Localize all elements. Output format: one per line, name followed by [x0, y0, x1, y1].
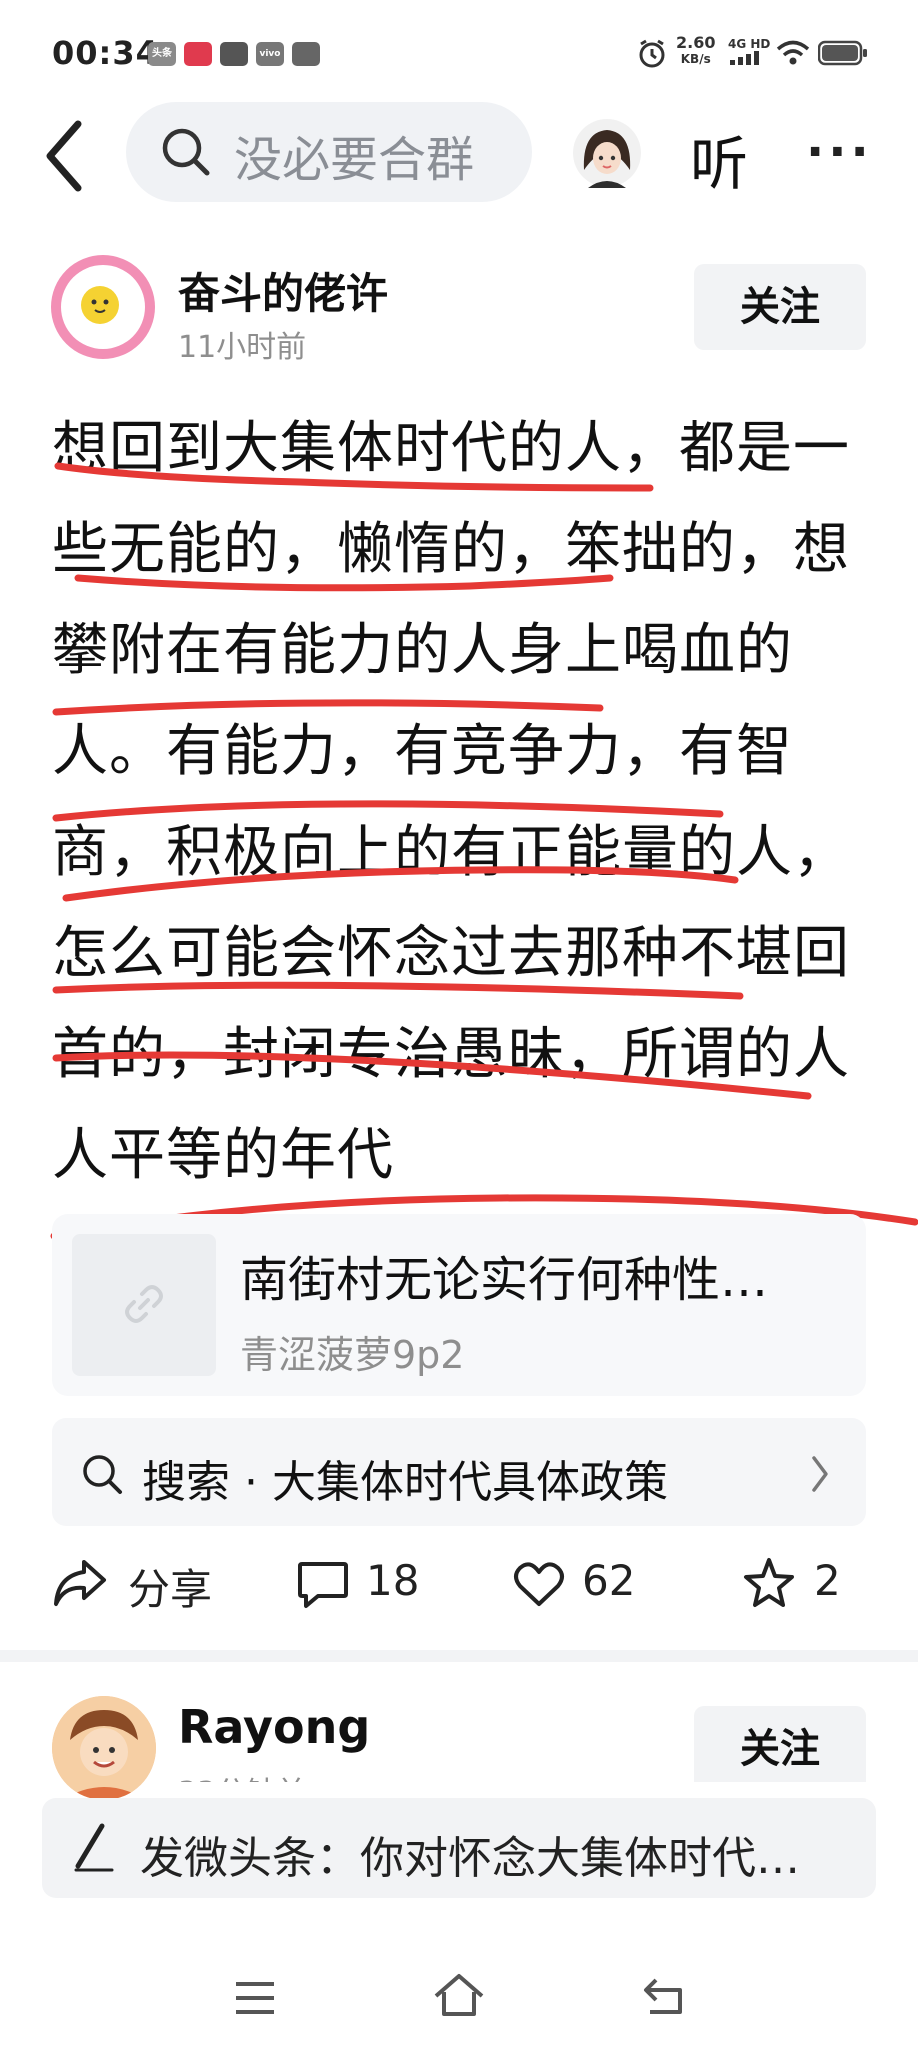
chevron-right-icon	[812, 1456, 828, 1492]
like-heart-icon[interactable]	[512, 1560, 566, 1608]
home-nav-icon[interactable]	[432, 1972, 486, 2018]
link-title[interactable]: 南街村无论实行何种性…	[240, 1240, 768, 1310]
network-speed-value: 2.60	[676, 33, 716, 52]
next-author-name[interactable]: Rayong	[178, 1700, 370, 1754]
vivo-app-icon: vivo	[256, 42, 284, 66]
back-nav-icon[interactable]	[640, 1974, 686, 2018]
network-type-label: 4G	[728, 37, 747, 51]
user-avatar[interactable]	[572, 118, 642, 188]
battery-icon	[818, 40, 867, 66]
back-arrow-icon[interactable]	[40, 118, 90, 194]
link-icon	[125, 1285, 163, 1323]
wifi-icon	[776, 40, 810, 65]
network-speed-unit: KB/s	[680, 52, 711, 66]
comment-icon[interactable]	[296, 1560, 350, 1610]
alarm-icon	[639, 39, 665, 68]
game-controller-icon	[292, 42, 320, 66]
author-avatar[interactable]	[50, 254, 156, 360]
compose-prompt[interactable]: 发微头条：你对怀念大集体时代…	[140, 1822, 800, 1886]
author-name[interactable]: 奋斗的佬许	[178, 260, 388, 321]
next-author-avatar[interactable]	[52, 1696, 156, 1800]
menu-nav-icon[interactable]	[232, 1978, 278, 2018]
post-time: 11小时前	[178, 330, 307, 365]
post-body: 想回到大集体时代的人，都是一些无能的，懒惰的，笨拙的，想攀附在有能力的人身上喝血…	[52, 416, 850, 1188]
search-suggestion-text[interactable]: 搜索 · 大集体时代具体政策	[142, 1446, 668, 1510]
like-count[interactable]: 62	[582, 1556, 635, 1605]
network-hd-label: HD	[750, 37, 771, 51]
comment-count[interactable]: 18	[366, 1556, 419, 1605]
network-type: 4G HD	[728, 38, 770, 68]
pen-icon	[74, 1823, 114, 1872]
toutiao-app-icon: 头条	[148, 42, 176, 66]
search-icon	[162, 128, 210, 176]
listen-button[interactable]: 听	[690, 117, 748, 201]
post-divider	[0, 1650, 918, 1662]
more-options-icon[interactable]: ···	[806, 124, 873, 180]
next-follow-button[interactable]: 关注	[694, 1706, 866, 1782]
search-input-text[interactable]: 没必要合群	[234, 120, 484, 190]
signal-icon	[730, 51, 759, 65]
share-label[interactable]: 分享	[128, 1556, 212, 1617]
favorite-star-icon[interactable]	[742, 1556, 796, 1610]
link-author: 青涩菠萝9p2	[240, 1333, 465, 1377]
network-speed: 2.60 KB/s	[676, 34, 715, 68]
favorite-count[interactable]: 2	[814, 1556, 841, 1605]
status-time: 00:34	[52, 34, 159, 72]
next-post-time: 33分钟前	[178, 1768, 306, 1782]
share-icon[interactable]	[52, 1558, 108, 1608]
game-app-icon	[184, 42, 212, 66]
search-icon	[83, 1455, 122, 1494]
mail-app-icon	[220, 42, 248, 66]
follow-button[interactable]: 关注	[694, 264, 866, 350]
